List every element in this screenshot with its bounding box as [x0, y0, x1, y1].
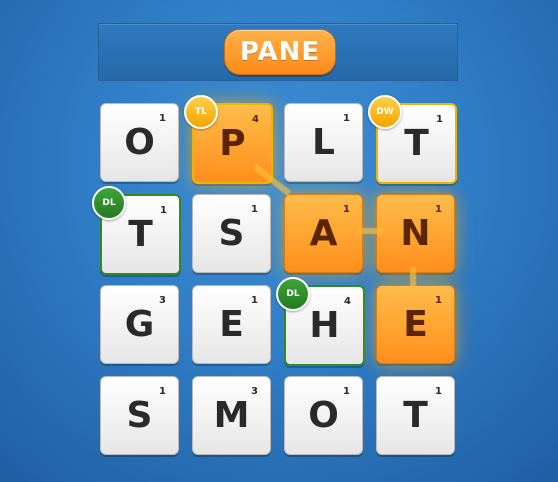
tile-points: 4 — [252, 114, 259, 125]
letter-board: O 1 P 4 TL L 1 T 1 DW T 1 DL S 1 A 1 N 1 G 3 E 1 H 4 DL E 1 S 1 M 3 O 1 T 1 — [92, 95, 460, 458]
tile-letter: E — [219, 304, 244, 345]
tile-points: 4 — [344, 296, 351, 307]
tile-letter: N — [400, 213, 431, 254]
letter-tile[interactable]: E1 — [376, 285, 455, 364]
tile-letter: A — [309, 213, 338, 254]
current-word-text: PANE — [239, 37, 321, 67]
tile-letter: L — [312, 122, 335, 163]
tile-letter: O — [124, 122, 155, 163]
tile-letter: G — [124, 304, 155, 345]
letter-tile[interactable]: L1 — [284, 103, 363, 182]
tile-letter: M — [213, 395, 250, 436]
tile-points: 3 — [251, 386, 258, 397]
tile-points: 1 — [343, 113, 350, 124]
bonus-badge: DL — [276, 277, 310, 311]
path-connector — [410, 267, 416, 293]
tile-points: 1 — [343, 386, 350, 397]
tile-points: 1 — [251, 204, 258, 215]
current-word-pill[interactable]: PANE — [224, 29, 336, 75]
letter-tile[interactable]: A1 — [284, 194, 363, 273]
letter-tile[interactable]: G3 — [100, 285, 179, 364]
path-connector — [357, 228, 383, 234]
tile-letter: O — [308, 395, 339, 436]
bonus-badge: DL — [92, 186, 126, 220]
letter-tile[interactable]: M3 — [192, 376, 271, 455]
letter-tile[interactable]: T 1 DW — [368, 95, 457, 184]
letter-tile[interactable]: S1 — [192, 194, 271, 273]
letter-tile[interactable]: H 4 DL — [276, 277, 365, 366]
tile-letter: S — [126, 395, 153, 436]
tile-points: 1 — [159, 386, 166, 397]
letter-tile[interactable]: N1 — [376, 194, 455, 273]
letter-tile[interactable]: S1 — [100, 376, 179, 455]
tile-letter: S — [218, 213, 245, 254]
tile-letter: T — [403, 395, 428, 436]
tile-points: 1 — [251, 295, 258, 306]
tile-points: 1 — [160, 205, 167, 216]
letter-tile[interactable]: T1 — [376, 376, 455, 455]
tile-points: 1 — [343, 204, 350, 215]
tile-points: 1 — [435, 386, 442, 397]
bonus-badge: DW — [368, 95, 402, 129]
letter-tile[interactable]: O1 — [284, 376, 363, 455]
tile-points: 3 — [159, 295, 166, 306]
tile-points: 1 — [435, 295, 442, 306]
tile-points: 1 — [436, 114, 443, 125]
bonus-badge: TL — [184, 95, 218, 129]
tile-points: 1 — [159, 113, 166, 124]
tile-letter: E — [403, 304, 428, 345]
letter-tile[interactable]: E1 — [192, 285, 271, 364]
tile-points: 1 — [435, 204, 442, 215]
letter-tile[interactable]: O1 — [100, 103, 179, 182]
letter-tile[interactable]: T 1 DL — [92, 186, 181, 275]
